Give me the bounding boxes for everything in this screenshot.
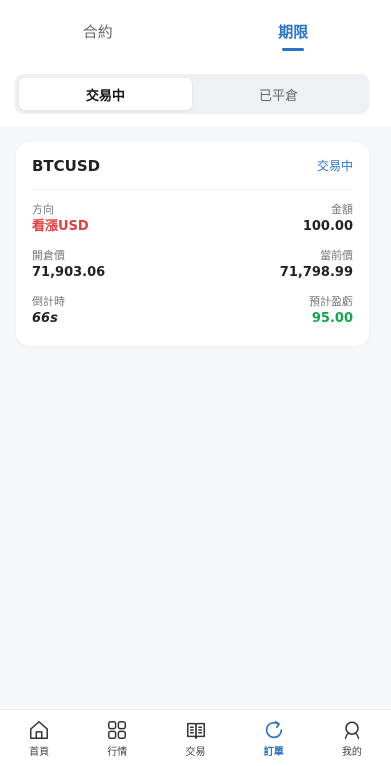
order-card[interactable]: BTCUSD 交易中 方向 看漲USD 金額 100.00 開倉價 71,903…	[16, 142, 369, 346]
nav-market-label: 行情	[107, 747, 128, 758]
open-price-label: 開倉價	[32, 249, 65, 262]
current-price-label: 當前價	[320, 249, 353, 262]
amount-value: 100.00	[302, 219, 353, 234]
order-row-direction-amount: 方向 看漲USD 金額 100.00	[32, 202, 353, 236]
segment-trading[interactable]: 交易中	[19, 78, 192, 110]
direction-cell: 方向 看漲USD	[32, 202, 89, 236]
refresh-icon	[265, 720, 282, 739]
tab-contract[interactable]: 合約	[0, 0, 196, 62]
est-profit-cell: 預計盈虧 95.00	[309, 294, 353, 328]
direction-value: 看漲USD	[32, 219, 89, 234]
countdown-label: 倒計時	[32, 295, 65, 308]
tab-contract-label: 合約	[82, 22, 113, 41]
segmented-control: 交易中 已平倉	[15, 74, 369, 114]
nav-trade[interactable]: 交易	[156, 710, 234, 766]
grid-icon	[108, 721, 127, 739]
segment-trading-label: 交易中	[85, 88, 125, 104]
nav-home-label: 首頁	[29, 747, 50, 758]
user-icon	[344, 721, 360, 739]
countdown-cell: 倒計時 66s	[32, 294, 65, 328]
direction-label: 方向	[32, 203, 54, 216]
order-row-prices: 開倉價 71,903.06 當前價 71,798.99	[32, 248, 353, 282]
top-tabs: 合約 期限	[0, 0, 391, 62]
current-price-value: 71,798.99	[279, 265, 353, 280]
nav-orders-label: 訂單	[263, 747, 284, 758]
open-price-value: 71,903.06	[32, 265, 106, 280]
nav-trade-label: 交易	[185, 747, 206, 758]
tab-term-label: 期限	[278, 22, 309, 41]
nav-mine[interactable]: 我的	[313, 710, 391, 766]
segment-closed[interactable]: 已平倉	[192, 78, 365, 110]
nav-market[interactable]: 行情	[78, 710, 156, 766]
order-row-countdown-profit: 倒計時 66s 預計盈虧 95.00	[32, 294, 353, 328]
tab-term[interactable]: 期限	[196, 0, 391, 62]
amount-label: 金額	[331, 203, 353, 216]
segment-closed-label: 已平倉	[258, 88, 298, 104]
nav-mine-label: 我的	[341, 747, 362, 758]
app-root: 合約 期限 交易中 已平倉 BTCUSD 交易中 方向 看漲USD 金額 100…	[0, 0, 391, 766]
home-icon	[30, 721, 49, 739]
book-icon	[186, 722, 205, 739]
countdown-value: 66s	[32, 311, 58, 326]
current-price-cell: 當前價 71,798.99	[280, 248, 353, 282]
nav-orders[interactable]: 訂單	[235, 710, 313, 766]
est-profit-label: 預計盈虧	[309, 295, 353, 308]
order-symbol: BTCUSD	[32, 156, 101, 175]
segment-bar: 交易中 已平倉	[0, 62, 391, 126]
amount-cell: 金額 100.00	[303, 202, 353, 236]
order-status: 交易中	[316, 159, 353, 173]
est-profit-value: 95.00	[311, 311, 353, 326]
order-card-header: BTCUSD 交易中	[32, 142, 353, 190]
nav-home[interactable]: 首頁	[0, 710, 78, 766]
active-tab-indicator	[282, 48, 305, 51]
bottom-nav: 首頁 行情 交易 訂單 我的	[0, 709, 391, 766]
open-price-cell: 開倉價 71,903.06	[32, 248, 105, 282]
